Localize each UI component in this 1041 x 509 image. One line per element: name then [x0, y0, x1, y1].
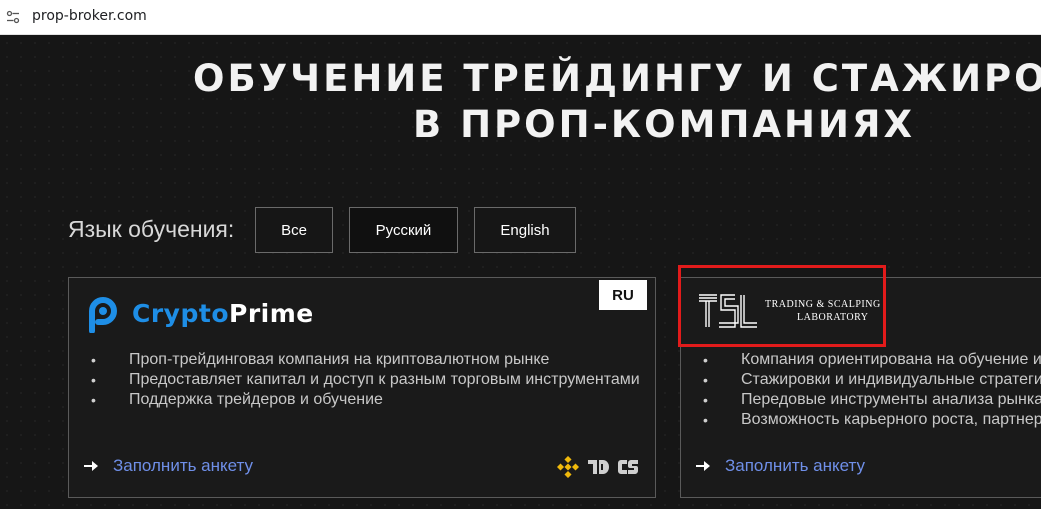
fill-form-link-text[interactable]: Заполнить анкету: [725, 456, 865, 476]
tradingview-icon: [588, 460, 609, 474]
browser-address-bar[interactable]: prop-broker.com: [0, 0, 1041, 35]
language-russian-button[interactable]: Русский: [349, 207, 458, 253]
language-badge: RU: [599, 280, 647, 310]
partner-icons: [557, 456, 639, 478]
company-card-cryptoprime[interactable]: RU CryptoPrime Проп-трейдинговая компани…: [68, 277, 656, 498]
arrow-right-icon: [696, 461, 710, 471]
highlight-annotation: [678, 265, 886, 347]
page-title: ОБУЧЕНИЕ ТРЕЙДИНГУ И СТАЖИРОВКИ В ПРОП-К…: [0, 56, 1041, 148]
fill-form-link[interactable]: Заполнить анкету: [83, 456, 253, 476]
list-item: Возможность карьерного роста, партнерс: [701, 410, 1041, 430]
cryptoprime-logo: CryptoPrime: [84, 293, 314, 333]
cryptoprime-logo-text-prime: Prime: [229, 298, 314, 328]
page-title-line-2: В ПРОП-КОМПАНИЯХ: [412, 103, 915, 146]
fill-form-link[interactable]: Заполнить анкету: [695, 456, 865, 476]
site-settings-icon[interactable]: [6, 10, 20, 24]
feature-list: Проп-трейдинговая компания на криптовалю…: [89, 350, 640, 410]
language-english-button[interactable]: English: [474, 207, 576, 253]
fill-form-link-text[interactable]: Заполнить анкету: [113, 456, 253, 476]
cryptoprime-logo-icon: [89, 297, 117, 333]
list-item: Поддержка трейдеров и обучение: [89, 390, 640, 410]
page-title-line-1: ОБУЧЕНИЕ ТРЕЙДИНГУ И СТАЖИРОВКИ: [192, 57, 1041, 100]
page-content: ОБУЧЕНИЕ ТРЕЙДИНГУ И СТАЖИРОВКИ В ПРОП-К…: [0, 36, 1041, 509]
language-all-button[interactable]: Все: [255, 207, 333, 253]
list-item: Стажировки и индивидуальные стратегии: [701, 370, 1041, 390]
url-text[interactable]: prop-broker.com: [32, 8, 147, 24]
feature-list: Компания ориентирована на обучение и п С…: [701, 350, 1041, 430]
list-item: Предоставляет капитал и доступ к разным …: [89, 370, 640, 390]
binance-icon: [557, 456, 579, 478]
cryptoprime-logo-text-crypto: Crypto: [132, 298, 229, 328]
list-item: Компания ориентирована на обучение и п: [701, 350, 1041, 370]
cscalp-icon: [618, 460, 638, 474]
language-filter-label: Язык обучения:: [68, 216, 235, 242]
list-item: Проп-трейдинговая компания на криптовалю…: [89, 350, 640, 370]
arrow-right-icon: [84, 461, 98, 471]
list-item: Передовые инструменты анализа рынка: [701, 390, 1041, 410]
